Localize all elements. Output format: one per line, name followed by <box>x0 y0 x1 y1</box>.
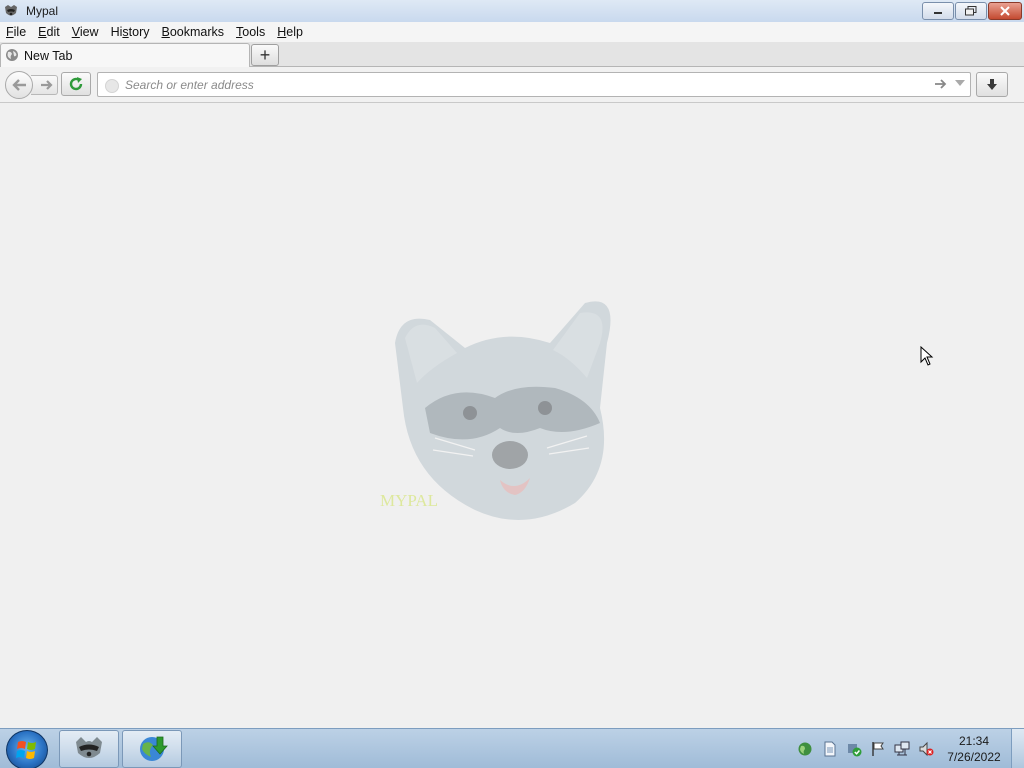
window-controls <box>922 2 1022 20</box>
show-desktop-button[interactable] <box>1011 729 1024 768</box>
raccoon-icon <box>5 5 17 16</box>
menu-history[interactable]: History <box>105 25 156 39</box>
menu-access-key: F <box>6 25 14 39</box>
back-button[interactable] <box>5 71 33 99</box>
close-button[interactable] <box>988 2 1022 20</box>
globe-icon <box>6 49 18 61</box>
clock-time: 21:34 <box>958 734 990 748</box>
document-icon[interactable] <box>822 741 838 757</box>
download-icon <box>987 78 997 90</box>
mypal-raccoon-icon <box>76 737 102 758</box>
minimize-button[interactable] <box>922 2 954 20</box>
reload-icon <box>69 77 83 91</box>
menu-tools[interactable]: Tools <box>230 25 271 39</box>
tab-new-tab[interactable]: New Tab <box>0 43 250 67</box>
menu-bookmarks[interactable]: Bookmarks <box>156 25 231 39</box>
logo-text: MYPAL <box>380 491 438 510</box>
reload-button[interactable] <box>61 72 91 96</box>
start-button[interactable] <box>6 730 48 768</box>
address-bar <box>97 72 971 97</box>
action-center-flag-icon[interactable] <box>870 741 886 757</box>
taskbar: 21:34 7/26/2022 <box>0 728 1024 768</box>
new-tab-button[interactable]: + <box>251 44 279 66</box>
close-icon <box>1000 6 1010 16</box>
address-input[interactable] <box>123 75 907 95</box>
back-forward-group <box>5 71 58 99</box>
clock-date: 7/26/2022 <box>947 750 1001 764</box>
windows-start-icon <box>16 741 36 759</box>
menu-access-key: E <box>38 25 47 39</box>
tab-label: New Tab <box>24 49 73 63</box>
taskbar-app-mypal[interactable] <box>59 730 119 768</box>
tab-strip: New Tab + <box>0 42 1024 67</box>
network-icon[interactable] <box>894 741 910 757</box>
dropdown-icon[interactable] <box>955 80 965 86</box>
menu-access-key: H <box>277 25 287 39</box>
network-globe-icon[interactable] <box>797 741 813 757</box>
minimize-icon <box>934 12 942 14</box>
menu-help[interactable]: Help <box>271 25 309 39</box>
volume-muted-icon[interactable] <box>918 741 934 757</box>
security-check-icon[interactable] <box>846 741 862 757</box>
restore-button[interactable] <box>955 2 987 20</box>
title-bar: Mypal <box>0 0 1024 23</box>
page-content: MYPAL <box>0 103 1024 728</box>
menu-edit[interactable]: Edit <box>32 25 66 39</box>
back-arrow-icon <box>12 79 26 91</box>
menu-access-key: T <box>236 25 243 39</box>
downloads-button[interactable] <box>976 72 1008 97</box>
site-identity-icon[interactable] <box>105 79 119 93</box>
forward-button[interactable] <box>31 75 58 95</box>
mypal-raccoon-logo: MYPAL <box>380 301 611 520</box>
forward-arrow-icon <box>41 80 53 90</box>
menu-access-key: V <box>71 25 80 39</box>
mouse-cursor-icon <box>920 346 934 366</box>
menu-access-key: B <box>161 25 170 39</box>
navigation-toolbar <box>0 67 1024 103</box>
window-title: Mypal <box>26 4 59 18</box>
menu-access-key: s <box>122 25 129 39</box>
menu-view[interactable]: View <box>66 25 105 39</box>
menu-file[interactable]: File <box>0 25 32 39</box>
download-manager-icon <box>140 736 168 761</box>
taskbar-app-download-manager[interactable] <box>122 730 182 768</box>
menu-bar: File Edit View History Bookmarks Tools H… <box>0 22 1024 42</box>
go-arrow-icon[interactable] <box>934 77 948 91</box>
system-clock[interactable]: 21:34 7/26/2022 <box>938 733 1010 765</box>
restore-icon <box>965 6 977 16</box>
